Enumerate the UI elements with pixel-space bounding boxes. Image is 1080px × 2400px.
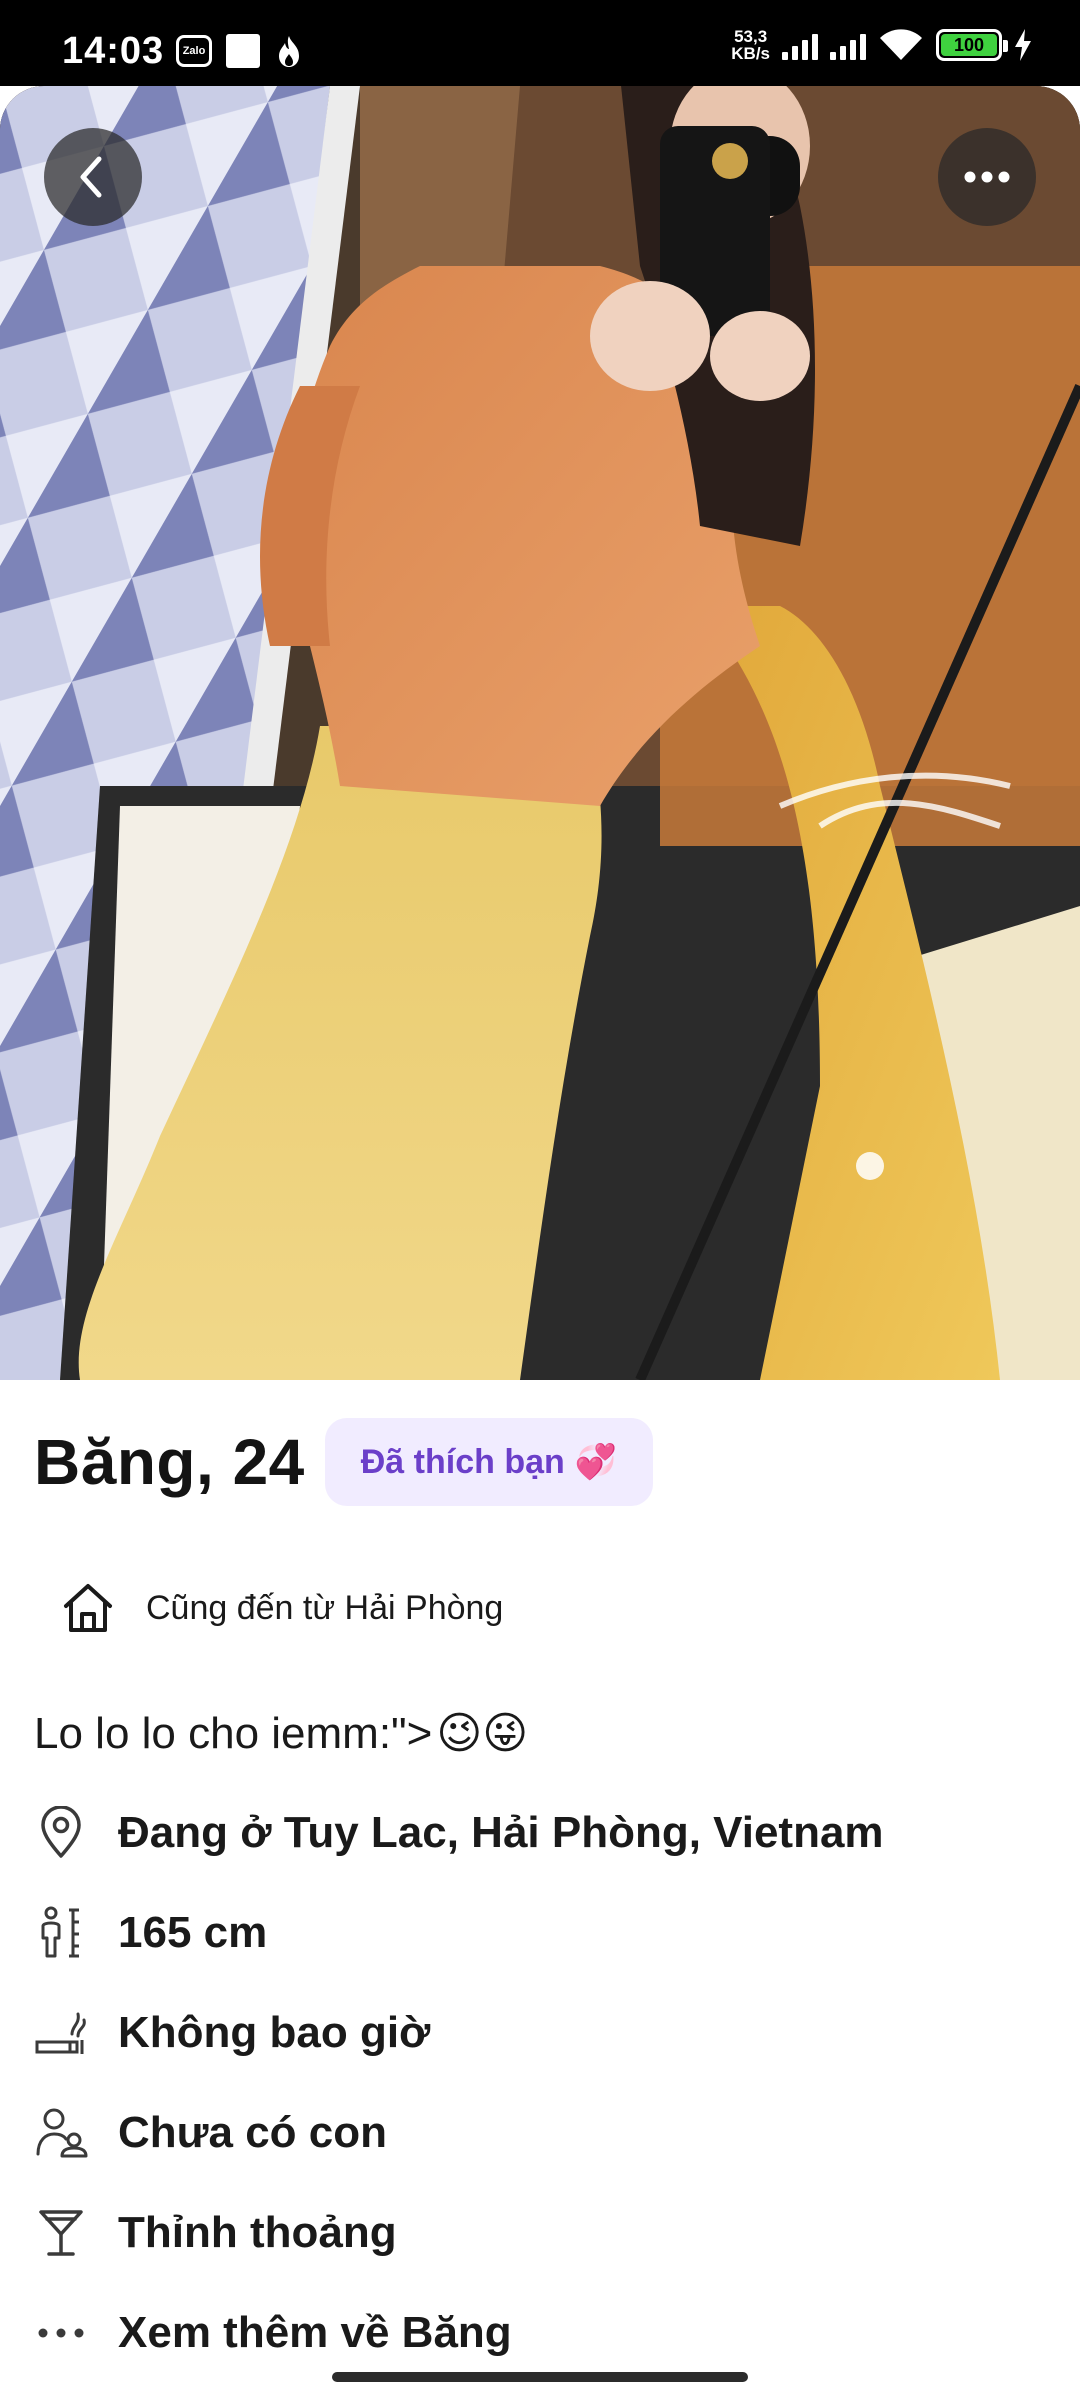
liked-you-badge: Đã thích bạn 💞 <box>324 1418 654 1506</box>
status-time: 14:03 <box>62 30 165 72</box>
detail-drinking: Thỉnh thoảng <box>34 2206 397 2260</box>
more-horizontal-icon <box>964 171 1010 183</box>
profile-header: Băng, 24 Đã thích bạn 💞 <box>34 1418 654 1506</box>
fire-icon <box>279 36 299 67</box>
location-text: Đang ở Tuy Lac, Hải Phòng, Vietnam <box>118 1808 884 1857</box>
bio-text: Lo lo lo cho iemm:"> <box>34 1708 433 1758</box>
status-notification-icons: Zalo <box>176 34 304 68</box>
detail-smoking: Không bao giờ <box>34 2006 430 2060</box>
battery-level: 100 <box>941 34 997 56</box>
network-speed-value: 53,3 <box>734 27 768 46</box>
two-hearts-icon: 💞 <box>574 1443 618 1481</box>
see-more-link[interactable]: Xem thêm về Băng <box>118 2308 512 2358</box>
profile-photo-image <box>0 86 1080 1380</box>
height-text: 165 cm <box>118 1908 268 1957</box>
see-more-row[interactable]: Xem thêm về Băng <box>34 2306 512 2360</box>
signal-icon <box>782 30 818 60</box>
detail-location: Đang ở Tuy Lac, Hải Phòng, Vietnam <box>34 1806 884 1860</box>
hometown-row: Cũng đến từ Hải Phòng <box>60 1580 503 1636</box>
back-button[interactable] <box>44 128 142 226</box>
network-speed: 53,3 KB/s <box>731 28 770 62</box>
bio-emojis: 😉😜 <box>436 1709 529 1758</box>
profile-name-age: Băng, 24 <box>34 1426 305 1498</box>
status-bar: 14:03 Zalo 53,3 KB/s 100 <box>0 0 1080 86</box>
wifi-icon <box>880 29 922 60</box>
location-pin-icon <box>34 1806 88 1860</box>
home-icon <box>64 1584 112 1632</box>
drink-icon <box>34 2206 88 2260</box>
drinking-text: Thỉnh thoảng <box>118 2208 397 2257</box>
status-system-icons: 53,3 KB/s 100 <box>731 28 1032 62</box>
home-indicator[interactable] <box>332 2372 748 2382</box>
height-icon <box>34 1906 88 1960</box>
smoking-icon <box>34 2006 88 2060</box>
notification-square-icon <box>226 34 260 68</box>
zalo-icon: Zalo <box>176 35 212 67</box>
more-dots-icon <box>34 2306 88 2360</box>
more-options-button[interactable] <box>938 128 1036 226</box>
detail-children: Chưa có con <box>34 2106 387 2160</box>
battery-icon: 100 <box>936 29 1008 61</box>
smoking-text: Không bao giờ <box>118 2008 431 2057</box>
charging-icon <box>1015 29 1031 61</box>
children-icon <box>34 2106 88 2160</box>
signal-icon <box>830 30 866 60</box>
children-text: Chưa có con <box>118 2108 388 2157</box>
network-speed-unit: KB/s <box>731 44 770 63</box>
liked-you-label: Đã thích bạn <box>360 1442 565 1481</box>
profile-photo[interactable] <box>0 86 1080 1380</box>
detail-height: 165 cm <box>34 1906 267 1960</box>
profile-bio: Lo lo lo cho iemm:"> 😉😜 <box>34 1708 528 1759</box>
hometown-text: Cũng đến từ Hải Phòng <box>146 1588 504 1627</box>
chevron-left-icon <box>80 156 102 198</box>
